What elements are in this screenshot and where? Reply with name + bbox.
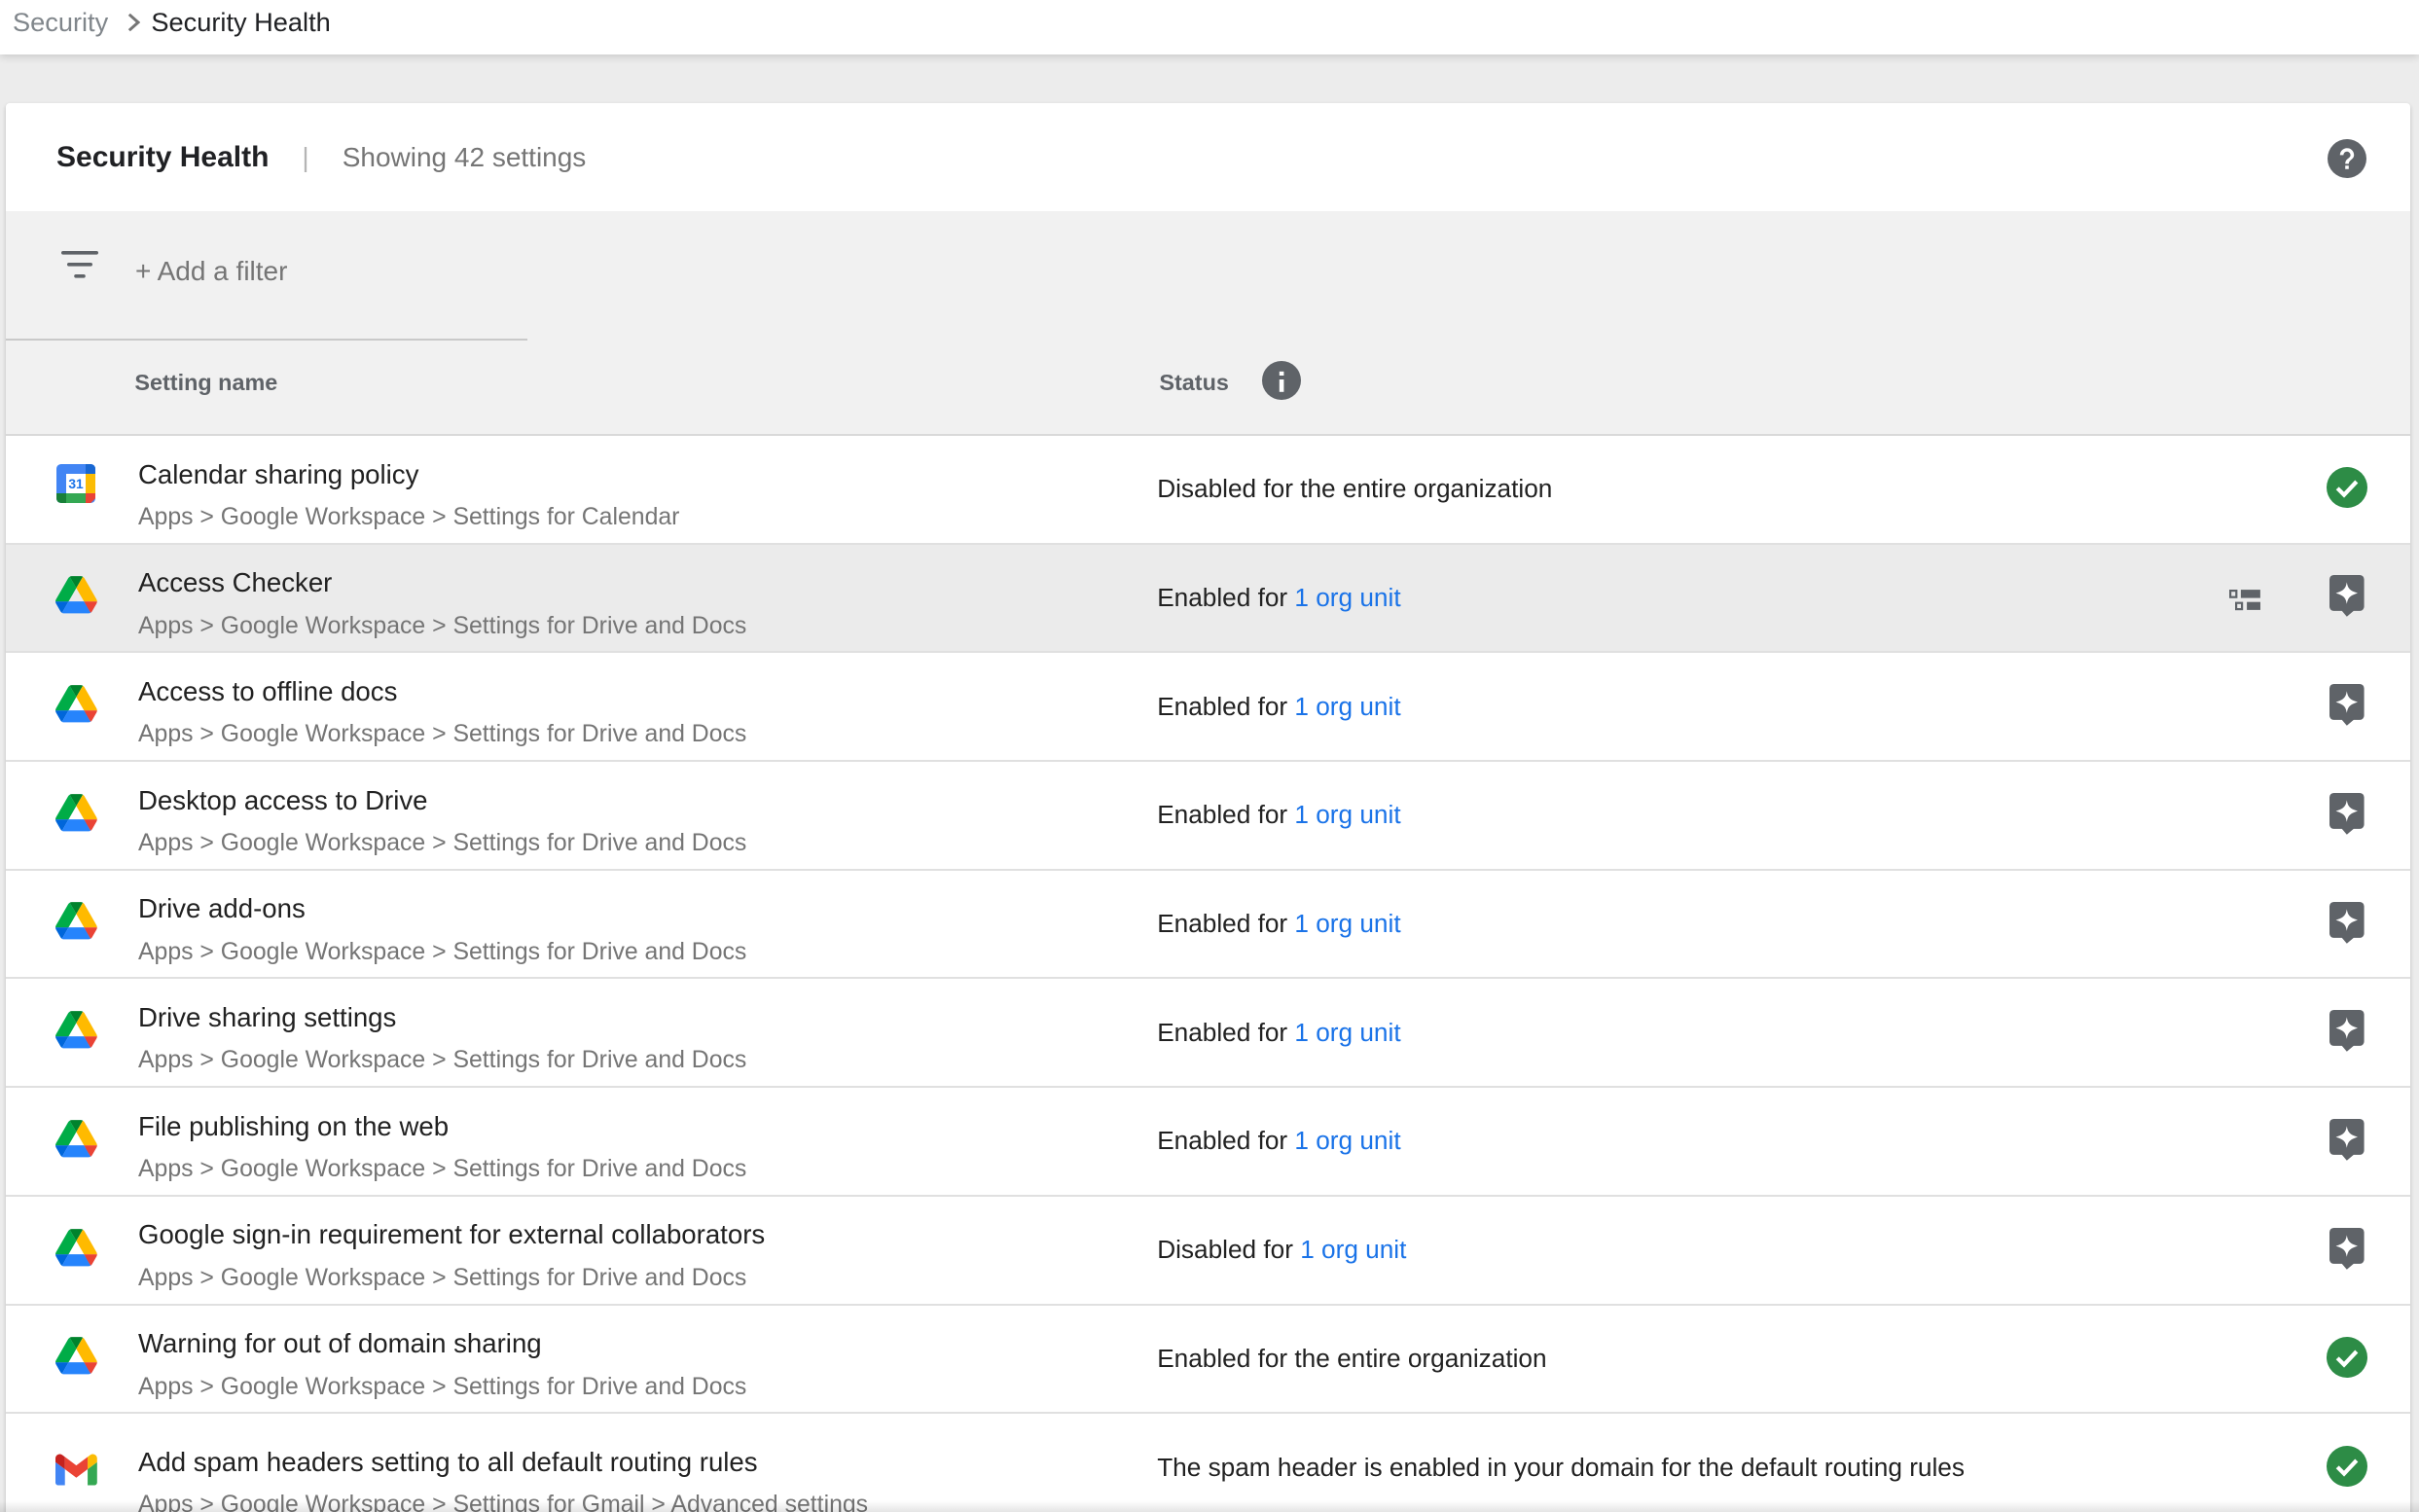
svg-text:31: 31 xyxy=(69,477,85,491)
